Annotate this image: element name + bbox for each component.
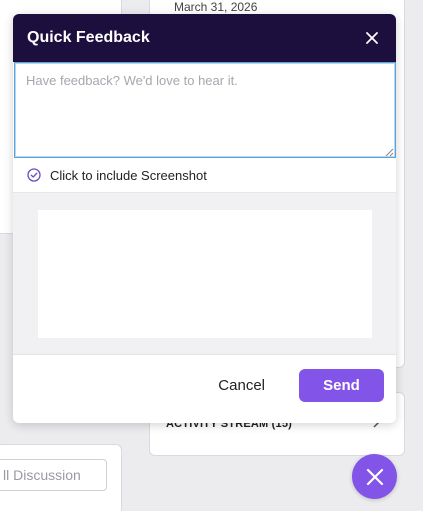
date-label: March 31, 2026 <box>174 0 258 14</box>
modal-header: Quick Feedback <box>13 14 396 62</box>
close-icon <box>366 468 383 485</box>
close-button[interactable] <box>362 28 382 48</box>
check-circle-icon <box>27 168 41 182</box>
screenshot-preview <box>38 210 372 338</box>
quick-feedback-modal: Quick Feedback Click to include Screensh… <box>13 14 396 423</box>
cancel-button[interactable]: Cancel <box>218 377 265 394</box>
modal-title: Quick Feedback <box>27 29 150 46</box>
send-button[interactable]: Send <box>299 368 384 402</box>
resize-grip-icon[interactable] <box>385 148 394 157</box>
include-screenshot-label: Click to include Screenshot <box>50 167 207 183</box>
discussion-input[interactable]: ll Discussion <box>0 459 107 491</box>
close-icon <box>366 32 378 44</box>
include-screenshot-toggle[interactable]: Click to include Screenshot <box>13 158 396 193</box>
close-feedback-fab[interactable] <box>352 454 397 499</box>
modal-footer: Cancel Send <box>13 355 396 415</box>
screenshot-preview-area <box>13 193 396 355</box>
feedback-textarea[interactable] <box>14 62 396 158</box>
